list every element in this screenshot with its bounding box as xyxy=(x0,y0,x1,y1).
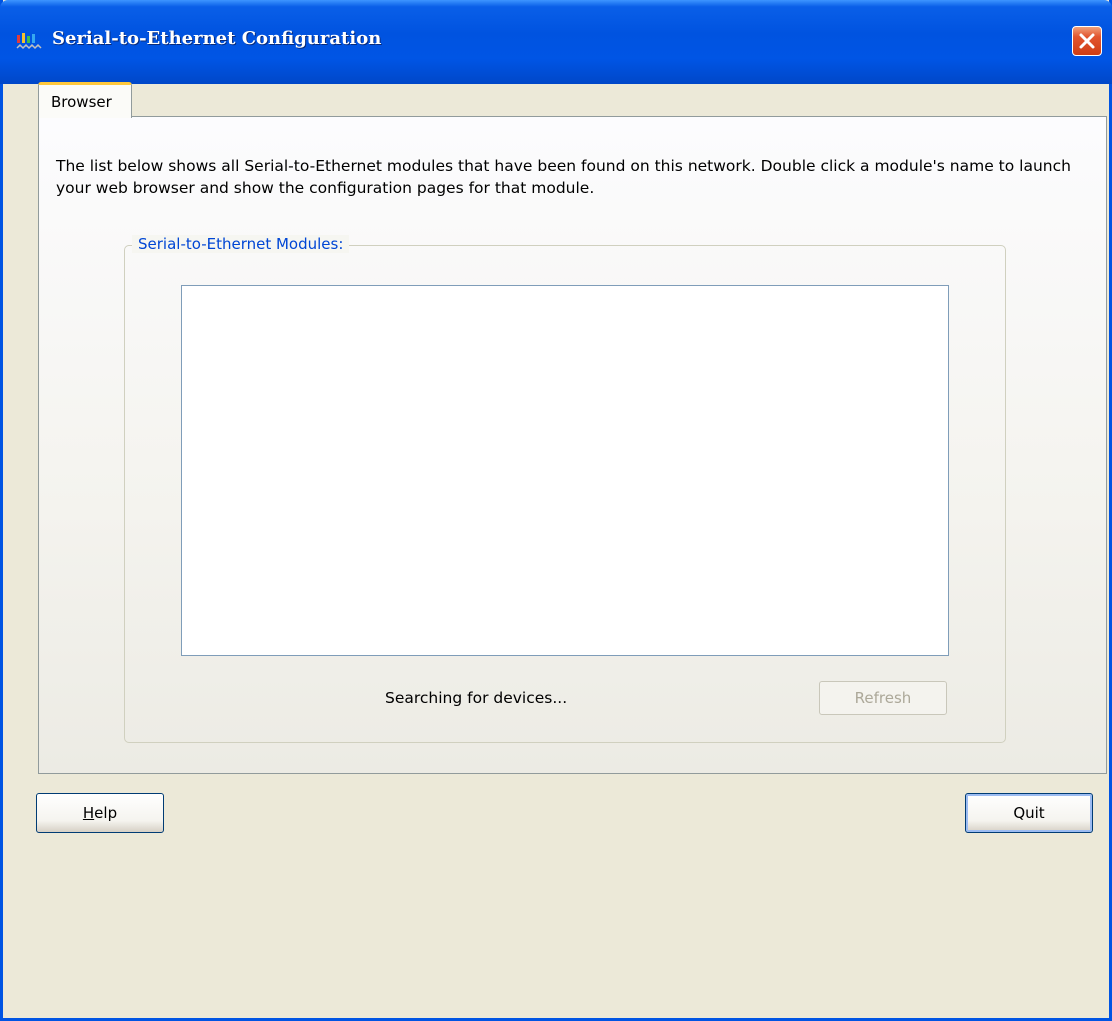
browser-tab-panel: The list below shows all Serial-to-Ether… xyxy=(38,116,1107,774)
tab-browser-label: Browser xyxy=(51,93,112,111)
search-status: Searching for devices... xyxy=(385,689,568,707)
title-bar[interactable]: Serial-to-Ethernet Configuration xyxy=(0,0,1112,84)
tab-browser[interactable]: Browser xyxy=(38,82,132,118)
app-icon xyxy=(16,33,42,50)
main-window: Serial-to-Ethernet Configuration Browser… xyxy=(0,0,1112,1021)
close-button[interactable] xyxy=(1072,26,1102,56)
description-text: The list below shows all Serial-to-Ether… xyxy=(56,157,1071,197)
module-list[interactable] xyxy=(181,285,949,656)
help-mnemonic: H xyxy=(82,804,95,822)
refresh-button[interactable]: Refresh xyxy=(819,681,947,715)
window-title: Serial-to-Ethernet Configuration xyxy=(52,28,382,49)
modules-groupbox: Serial-to-Ethernet Modules: Searching fo… xyxy=(124,235,1006,743)
close-icon xyxy=(1079,33,1095,49)
quit-button[interactable]: Quit xyxy=(965,793,1093,833)
help-button[interactable]: Help xyxy=(36,793,164,833)
modules-group-label: Serial-to-Ethernet Modules: xyxy=(132,235,350,253)
help-label-rest: elp xyxy=(94,804,118,822)
